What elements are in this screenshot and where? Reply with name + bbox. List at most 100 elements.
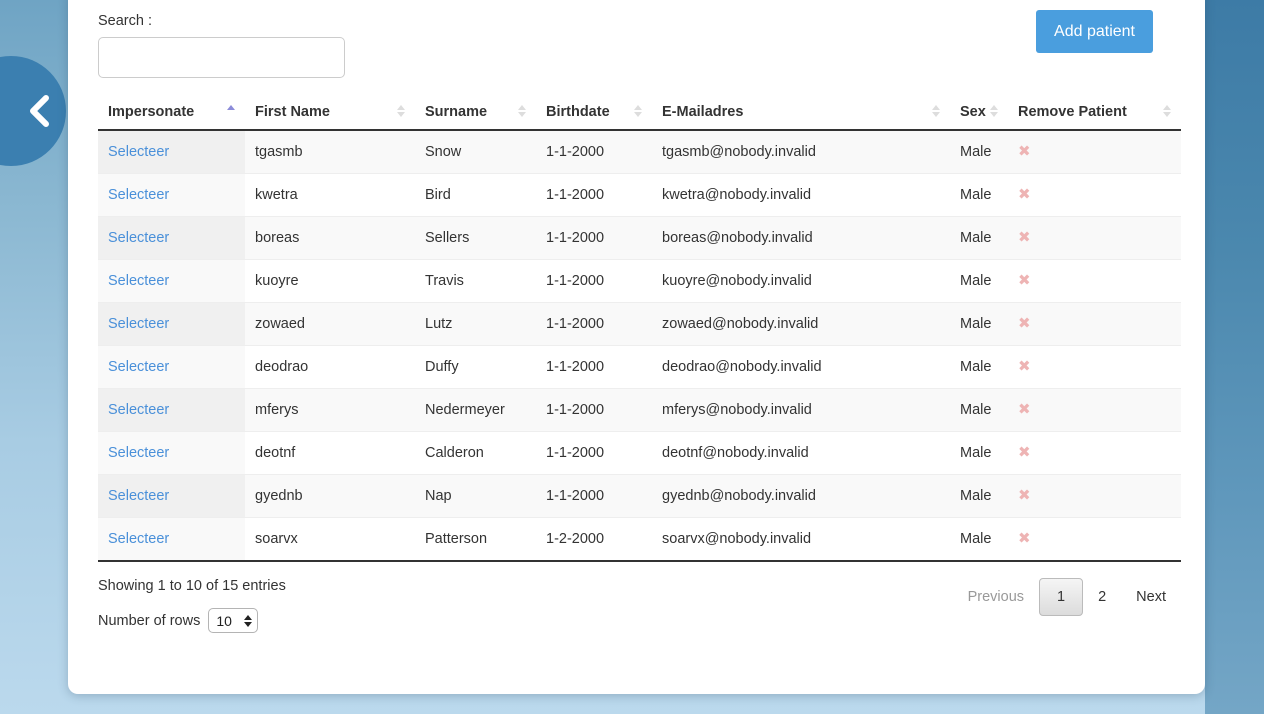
cell-impersonate: Selecteer (98, 345, 245, 389)
cell-remove-patient: ✖ (1008, 302, 1181, 346)
sort-none-icon (932, 105, 941, 118)
impersonate-link[interactable]: Selecteer (108, 187, 169, 203)
table-row: Selecteer kuoyre Travis 1-1-2000 kuoyre@nobo… (98, 259, 1181, 303)
patient-list-card: Search : Add patient Impersonate First N… (68, 0, 1205, 694)
sort-none-icon (518, 105, 527, 118)
cell-first-name: soarvx (245, 517, 415, 562)
add-patient-button[interactable]: Add patient (1036, 10, 1153, 53)
cell-birthdate: 1-1-2000 (536, 129, 652, 174)
search-input[interactable] (98, 37, 345, 78)
impersonate-link[interactable]: Selecteer (108, 144, 169, 160)
column-header-label: E-Mailadres (662, 104, 744, 120)
remove-patient-x-icon[interactable]: ✖ (1018, 359, 1031, 374)
remove-patient-x-icon[interactable]: ✖ (1018, 187, 1031, 202)
cell-remove-patient: ✖ (1008, 216, 1181, 260)
cell-sex: Male (950, 345, 1008, 389)
cell-first-name: mferys (245, 388, 415, 432)
cell-remove-patient: ✖ (1008, 431, 1181, 475)
cell-email: tgasmb@nobody.invalid (652, 129, 950, 174)
impersonate-link[interactable]: Selecteer (108, 402, 169, 418)
remove-patient-x-icon[interactable]: ✖ (1018, 402, 1031, 417)
impersonate-link[interactable]: Selecteer (108, 230, 169, 246)
chevron-left-icon (26, 91, 52, 131)
cell-remove-patient: ✖ (1008, 259, 1181, 303)
cell-email: kuoyre@nobody.invalid (652, 259, 950, 303)
cell-sex: Male (950, 517, 1008, 562)
cell-birthdate: 1-1-2000 (536, 259, 652, 303)
column-header-remove-patient[interactable]: Remove Patient (1008, 96, 1181, 131)
pagination-page-2[interactable]: 2 (1083, 578, 1121, 616)
column-header-sex[interactable]: Sex (950, 96, 1008, 131)
cell-birthdate: 1-1-2000 (536, 216, 652, 260)
remove-patient-x-icon[interactable]: ✖ (1018, 445, 1031, 460)
pagination-next[interactable]: Next (1121, 578, 1181, 616)
cell-email: deotnf@nobody.invalid (652, 431, 950, 475)
cell-remove-patient: ✖ (1008, 173, 1181, 217)
rows-per-page-select[interactable]: 10 (208, 608, 259, 633)
cell-email: mferys@nobody.invalid (652, 388, 950, 432)
cell-sex: Male (950, 474, 1008, 518)
impersonate-link[interactable]: Selecteer (108, 273, 169, 289)
impersonate-link[interactable]: Selecteer (108, 359, 169, 375)
cell-remove-patient: ✖ (1008, 129, 1181, 174)
column-header-surname[interactable]: Surname (415, 96, 536, 131)
cell-sex: Male (950, 431, 1008, 475)
cell-sex: Male (950, 216, 1008, 260)
impersonate-link[interactable]: Selecteer (108, 445, 169, 461)
cell-surname: Nedermeyer (415, 388, 536, 432)
sort-none-icon (634, 105, 643, 118)
rows-per-page-label: Number of rows (98, 612, 201, 629)
pagination-page-1[interactable]: 1 (1039, 578, 1084, 616)
patients-table: Impersonate First Name Surname Birthdate (98, 96, 1181, 562)
column-header-label: Remove Patient (1018, 104, 1127, 120)
column-header-email[interactable]: E-Mailadres (652, 96, 950, 131)
pagination-previous[interactable]: Previous (953, 578, 1039, 616)
cell-first-name: kwetra (245, 173, 415, 217)
cell-email: kwetra@nobody.invalid (652, 173, 950, 217)
column-header-label: First Name (255, 104, 330, 120)
cell-surname: Nap (415, 474, 536, 518)
search-block: Search : (98, 12, 345, 78)
impersonate-link[interactable]: Selecteer (108, 488, 169, 504)
cell-sex: Male (950, 259, 1008, 303)
table-row: Selecteer gyednb Nap 1-1-2000 gyednb@nobody.… (98, 474, 1181, 518)
cell-surname: Lutz (415, 302, 536, 346)
cell-sex: Male (950, 388, 1008, 432)
column-header-first-name[interactable]: First Name (245, 96, 415, 131)
cell-birthdate: 1-1-2000 (536, 431, 652, 475)
cell-birthdate: 1-1-2000 (536, 474, 652, 518)
table-header: Impersonate First Name Surname Birthdate (98, 96, 1181, 131)
sort-ascending-icon (227, 105, 236, 118)
cell-impersonate: Selecteer (98, 431, 245, 475)
cell-surname: Duffy (415, 345, 536, 389)
cell-email: zowaed@nobody.invalid (652, 302, 950, 346)
background-right-panel (1205, 0, 1264, 714)
cell-birthdate: 1-2-2000 (536, 517, 652, 562)
column-header-birthdate[interactable]: Birthdate (536, 96, 652, 131)
cell-impersonate: Selecteer (98, 216, 245, 260)
cell-sex: Male (950, 302, 1008, 346)
table-body: Selecteer tgasmb Snow 1-1-2000 tgasmb@nobody… (98, 129, 1181, 562)
impersonate-link[interactable]: Selecteer (108, 531, 169, 547)
table-row: Selecteer deodrao Duffy 1-1-2000 deodrao@nob… (98, 345, 1181, 389)
sort-none-icon (1163, 105, 1172, 118)
cell-email: soarvx@nobody.invalid (652, 517, 950, 562)
remove-patient-x-icon[interactable]: ✖ (1018, 531, 1031, 546)
cell-first-name: deotnf (245, 431, 415, 475)
remove-patient-x-icon[interactable]: ✖ (1018, 230, 1031, 245)
cell-birthdate: 1-1-2000 (536, 345, 652, 389)
cell-impersonate: Selecteer (98, 517, 245, 562)
table-header-row: Impersonate First Name Surname Birthdate (98, 96, 1181, 131)
remove-patient-x-icon[interactable]: ✖ (1018, 273, 1031, 288)
remove-patient-x-icon[interactable]: ✖ (1018, 488, 1031, 503)
cell-remove-patient: ✖ (1008, 388, 1181, 432)
column-header-impersonate[interactable]: Impersonate (98, 96, 245, 131)
cell-first-name: gyednb (245, 474, 415, 518)
cell-sex: Male (950, 173, 1008, 217)
remove-patient-x-icon[interactable]: ✖ (1018, 316, 1031, 331)
sidebar-collapse-toggle[interactable] (0, 56, 66, 166)
cell-first-name: tgasmb (245, 129, 415, 174)
impersonate-link[interactable]: Selecteer (108, 316, 169, 332)
cell-impersonate: Selecteer (98, 388, 245, 432)
remove-patient-x-icon[interactable]: ✖ (1018, 144, 1031, 159)
